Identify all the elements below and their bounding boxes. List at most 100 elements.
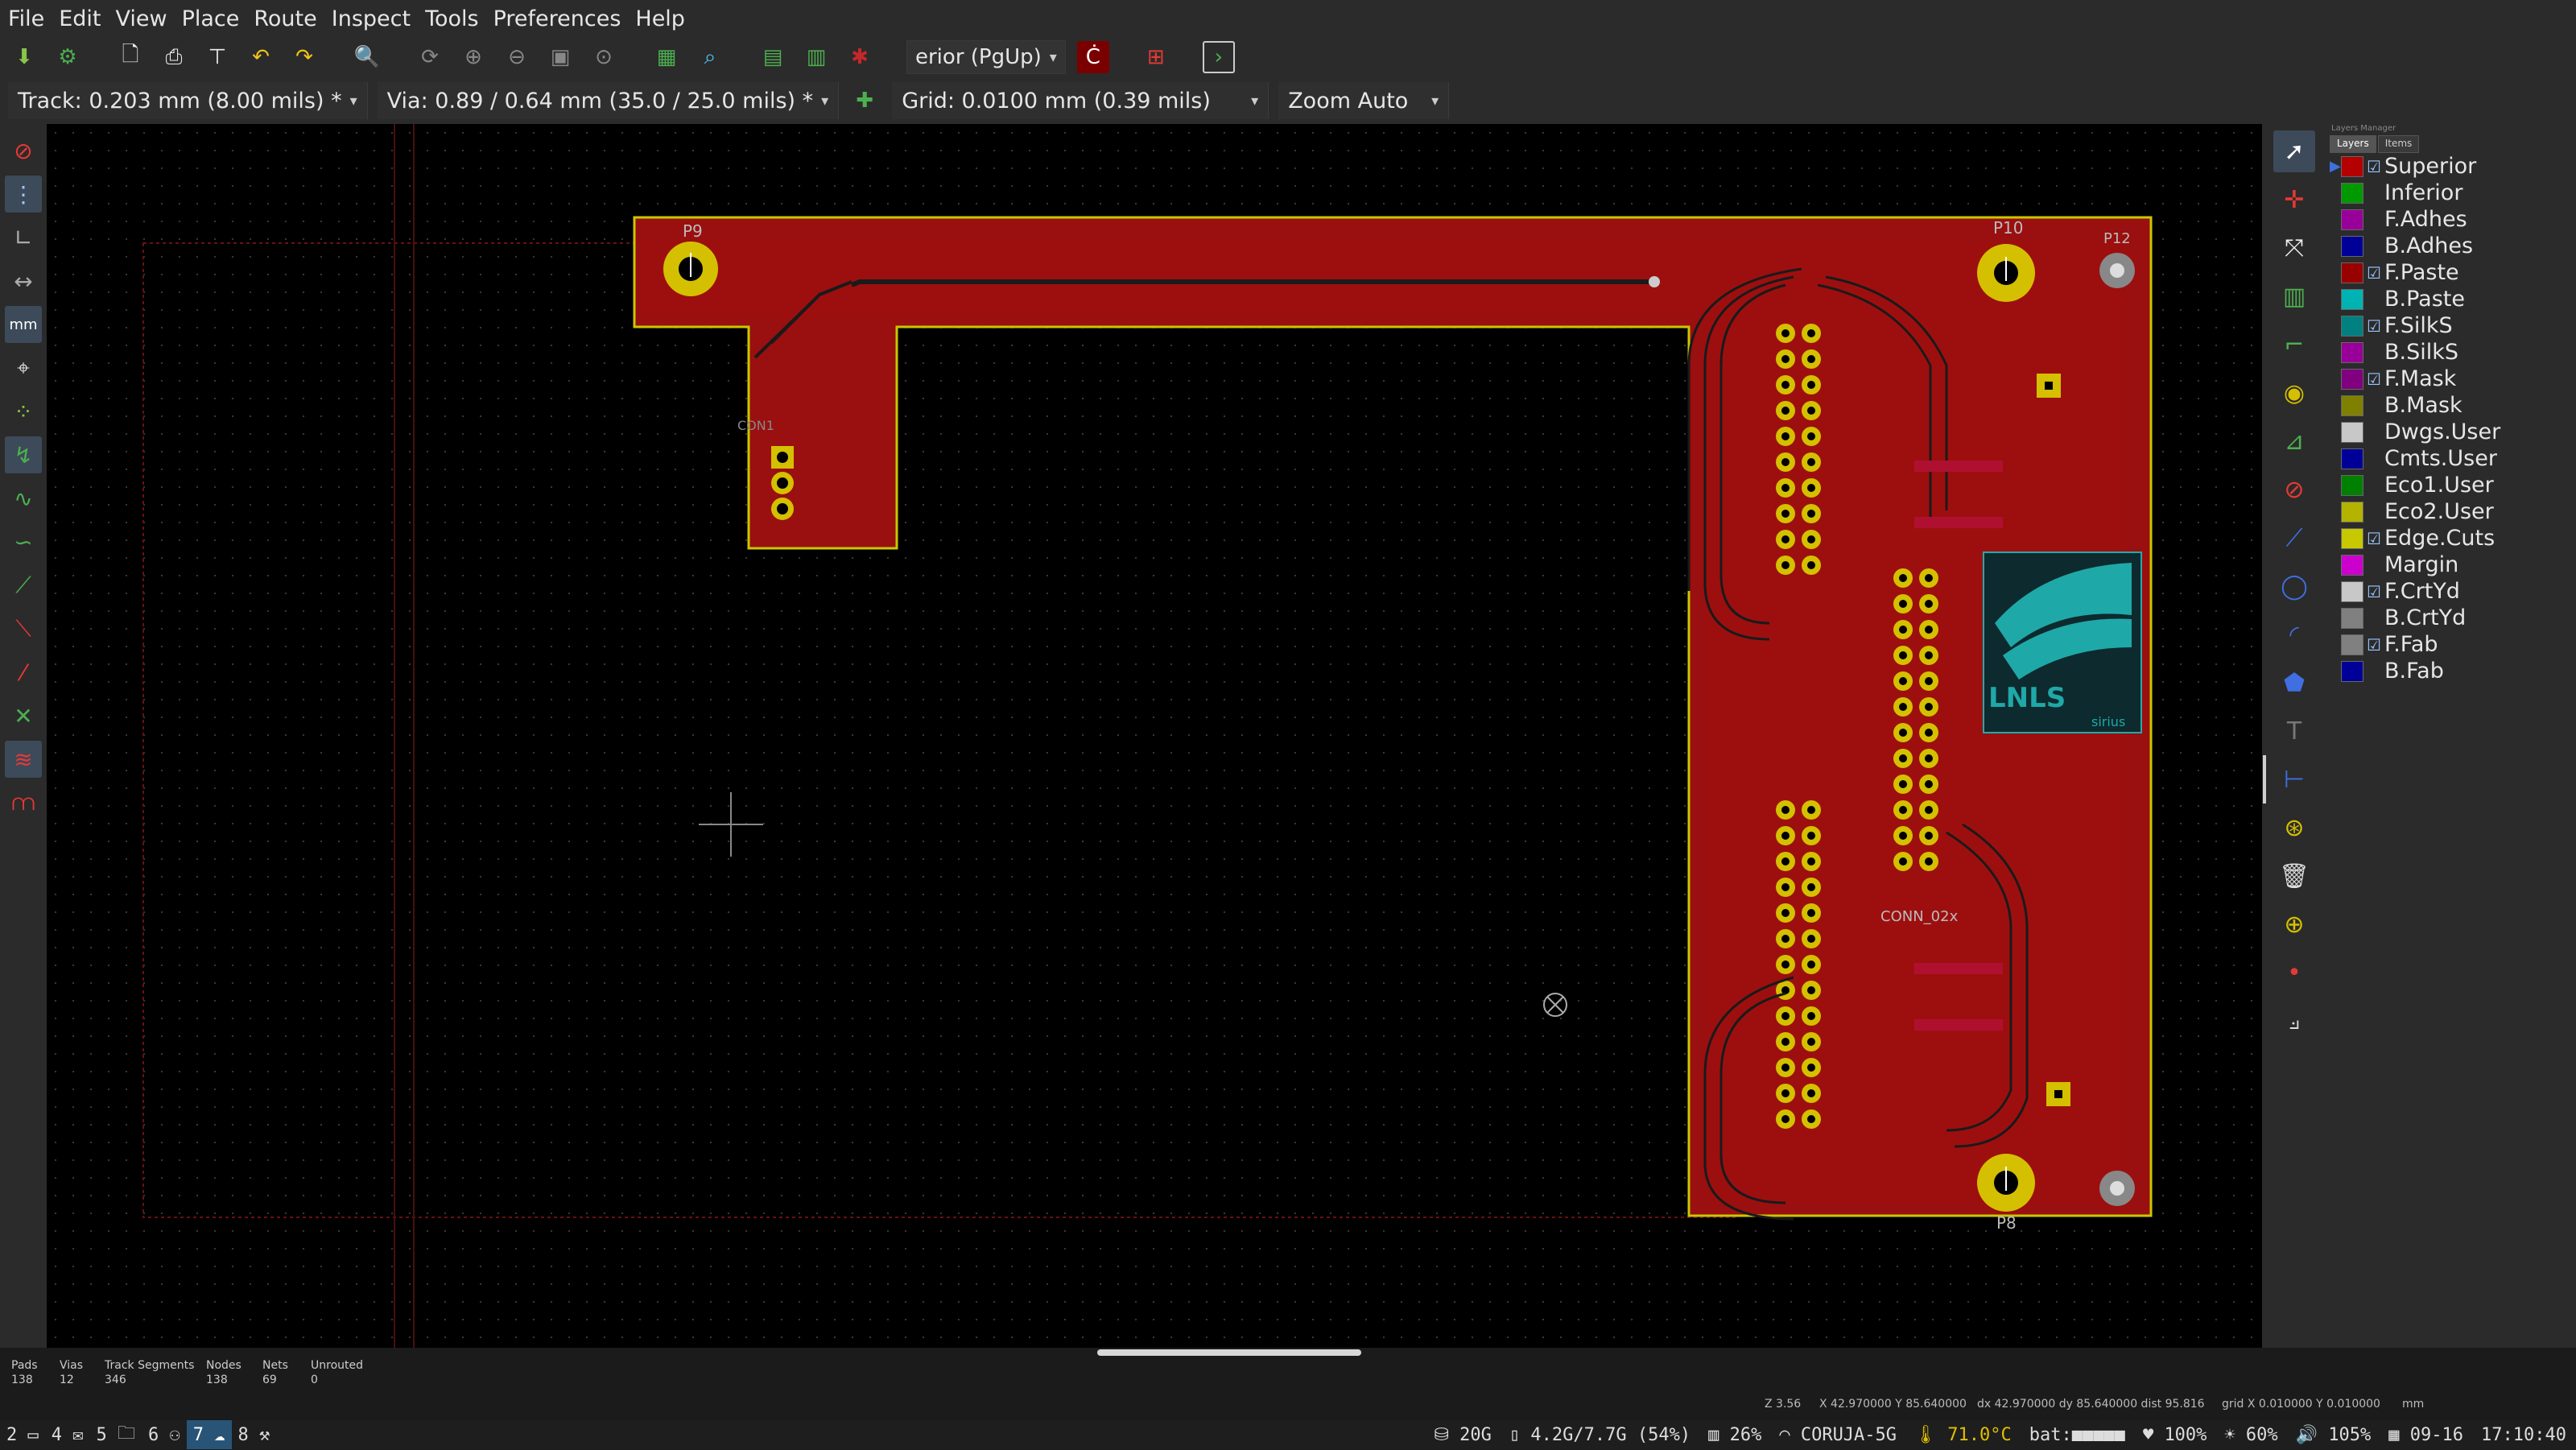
layer-color-swatch[interactable] [2341,660,2363,682]
footprint-viewer-icon[interactable]: ⌕ [694,41,726,73]
menu-file[interactable]: File [6,6,46,31]
inches-icon[interactable]: ↔ [5,262,42,300]
layer-visibility-checkbox[interactable]: ☑ [2367,370,2384,389]
layer-row-f-fab[interactable]: ☑ F.Fab [2326,631,2576,658]
menu-tools[interactable]: Tools [423,6,481,31]
undo-icon[interactable]: ↶ [245,41,277,73]
layer-visibility-checkbox[interactable]: ☑ [2367,157,2384,176]
layer-row-b-crtyd[interactable]: B.CrtYd [2326,605,2576,631]
plot-icon[interactable]: ⊤ [201,41,233,73]
via-size-select[interactable]: Via: 0.89 / 0.64 mm (35.0 / 25.0 mils) *… [377,82,840,119]
menu-preferences[interactable]: Preferences [492,6,623,31]
zoom-selection-icon[interactable]: ⊙ [588,41,620,73]
show-zones-icon[interactable]: ∿ [5,480,42,517]
set-origin-icon[interactable]: ⊕ [2273,903,2315,945]
grid-origin-icon[interactable]: • [2273,952,2315,994]
mounting-hole-p8[interactable] [1977,1154,2035,1212]
zoom-select[interactable]: Zoom Auto ▾ [1278,82,1450,119]
layer-row-margin[interactable]: Margin [2326,551,2576,578]
track-width-select[interactable]: Track: 0.203 mm (8.00 mils) * ▾ [8,82,368,119]
layer-color-swatch[interactable] [2341,395,2363,416]
layer-row-f-paste[interactable]: ☑ F.Paste [2326,259,2576,286]
menu-edit[interactable]: Edit [57,6,102,31]
scripting-icon[interactable]: › [1202,41,1235,73]
redo-icon[interactable]: ↷ [288,41,320,73]
footprint-editor-icon[interactable]: ▦ [650,41,683,73]
drc-off-icon[interactable]: ⊘ [5,132,42,169]
add-keepout-icon[interactable]: ⊘ [2273,469,2315,510]
layer-visibility-checkbox[interactable]: ☑ [2367,529,2384,548]
print-icon[interactable]: ⎙ [158,41,190,73]
netlist-icon[interactable]: ▤ [757,41,789,73]
layer-color-swatch[interactable] [2341,634,2363,655]
layer-color-swatch[interactable] [2341,448,2363,469]
layer-row-b-mask[interactable]: B.Mask [2326,392,2576,419]
layer-row-b-paste[interactable]: B.Paste [2326,286,2576,312]
layer-row-b-adhes[interactable]: B.Adhes [2326,233,2576,259]
pad-sketch-icon[interactable]: ⟋ [5,567,42,604]
high-contrast-icon[interactable]: ✕ [5,697,42,734]
add-arc-icon[interactable]: ◜ [2273,613,2315,655]
redraw-icon[interactable]: ⟳ [414,41,446,73]
add-polygon-icon[interactable]: ⬟ [2273,662,2315,704]
layer-row-dwgs-user[interactable]: Dwgs.User [2326,419,2576,445]
layers-manager-icon[interactable]: ≋ [5,741,42,778]
workspace-4[interactable]: 4 ✉ [45,1420,90,1449]
track-sketch-icon[interactable]: ⁄ [5,654,42,691]
layer-color-swatch[interactable] [2341,182,2363,204]
route-track-icon[interactable]: ⌐ [2273,324,2315,366]
via[interactable] [1649,276,1660,287]
layer-row-b-fab[interactable]: B.Fab [2326,658,2576,684]
layer-color-swatch[interactable] [2341,421,2363,443]
horizontal-scrollbar[interactable] [1097,1349,1361,1356]
cursor-shape-icon[interactable]: ⌖ [5,349,42,386]
layer-color-swatch[interactable] [2341,262,2363,283]
layer-row-edge-cuts[interactable]: ☑ Edge.Cuts [2326,525,2576,551]
local-ratsnest-tool-icon[interactable]: ⤧ [2273,227,2315,269]
layer-visibility-checkbox[interactable]: ☑ [2367,316,2384,336]
highlight-net-icon[interactable]: ✛ [2273,179,2315,221]
layer-color-swatch[interactable] [2341,474,2363,496]
layer-color-swatch[interactable] [2341,580,2363,602]
layer-row-f-crtyd[interactable]: ☑ F.CrtYd [2326,578,2576,605]
layer-color-swatch[interactable] [2341,288,2363,310]
add-via-icon[interactable]: ◉ [2273,372,2315,414]
workspace-2[interactable]: 2 ▭ [0,1420,45,1449]
add-zone-icon[interactable]: ⊿ [2273,420,2315,462]
ratsnest-icon[interactable]: ⁘ [5,393,42,430]
zoom-in-icon[interactable]: ⊕ [457,41,489,73]
show-zones-outline-icon[interactable]: ∽ [5,523,42,560]
layer-row-inferior[interactable]: Inferior [2326,180,2576,206]
menu-help[interactable]: Help [634,6,687,31]
zoom-fit-icon[interactable]: ▣ [544,41,576,73]
add-footprint-icon[interactable]: ▥ [2273,275,2315,317]
layer-select[interactable]: erior (PgUp) ▾ [906,40,1066,74]
layer-visibility-checkbox[interactable]: ☑ [2367,582,2384,601]
zoom-out-icon[interactable]: ⊖ [501,41,533,73]
layer-row-eco2-user[interactable]: Eco2.User [2326,498,2576,525]
layer-row-b-silks[interactable]: B.SilkS [2326,339,2576,366]
layer-color-swatch[interactable] [2341,155,2363,177]
con1-footprint[interactable] [771,446,794,520]
layer-color-swatch[interactable] [2341,209,2363,230]
mounting-hole-p12[interactable] [2099,253,2135,288]
delete-icon[interactable]: 🗑 [2273,855,2315,897]
workspace-5[interactable]: 5 🗀 [90,1420,142,1449]
measure-icon[interactable]: ⟓ [2273,1000,2315,1042]
board-setup-icon[interactable]: ⬇ [8,41,40,73]
microwave-icon[interactable]: ⩋ [5,784,42,821]
select-icon[interactable]: ➚ [2273,130,2315,172]
grid-select[interactable]: Grid: 0.0100 mm (0.39 mils) ▾ [892,82,1269,119]
polar-coords-icon[interactable]: ∟ [5,219,42,256]
layer-row-eco1-user[interactable]: Eco1.User [2326,472,2576,498]
menu-place[interactable]: Place [180,6,242,31]
mounting-hole-p10[interactable] [1977,244,2035,302]
layer-color-swatch[interactable] [2341,607,2363,629]
layer-pair-icon[interactable]: Ċ [1076,41,1109,73]
tab-layers[interactable]: Layers [2330,135,2376,153]
add-target-icon[interactable]: ⊛ [2273,807,2315,849]
workspace-6[interactable]: 6 ⚇ [142,1420,187,1449]
millimeters-icon[interactable]: mm [5,306,42,343]
layer-color-swatch[interactable] [2341,501,2363,523]
layer-visibility-checkbox[interactable]: ☑ [2367,263,2384,283]
